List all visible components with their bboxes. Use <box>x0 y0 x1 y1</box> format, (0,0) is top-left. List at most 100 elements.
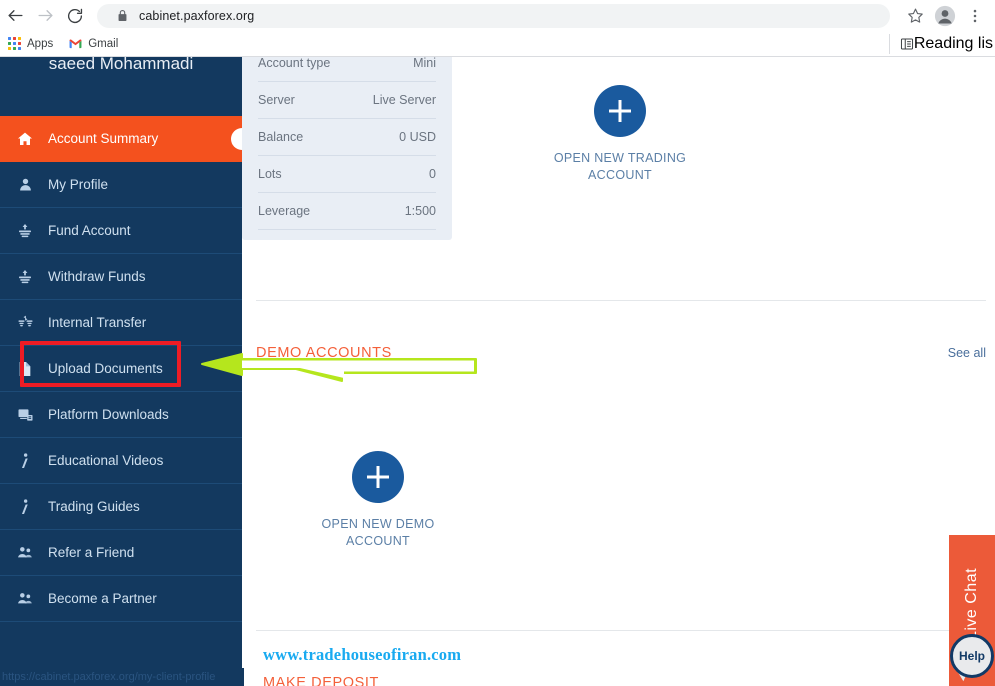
sidebar-username: saeed Mohammadi <box>0 57 242 116</box>
sidebar-item-label: Trading Guides <box>48 499 140 514</box>
sidebar-item-platform-downloads[interactable]: Platform Downloads <box>0 392 242 438</box>
lock-icon <box>117 9 128 22</box>
reading-list-label: Reading lis <box>913 34 993 52</box>
cta-line-2: ACCOUNT <box>588 168 652 182</box>
plus-icon <box>352 451 404 503</box>
home-icon <box>12 131 38 147</box>
help-bubble-icon[interactable]: Help <box>950 634 994 682</box>
sidebar-item-upload-documents[interactable]: Upload Documents <box>0 346 242 392</box>
sidebar-item-label: Educational Videos <box>48 453 164 468</box>
profile-avatar-icon[interactable] <box>930 1 960 31</box>
sidebar-item-label: Platform Downloads <box>48 407 169 422</box>
bookmark-apps[interactable]: Apps <box>0 33 61 55</box>
help-bubble-circle: Help <box>950 634 994 678</box>
sidebar-tail <box>0 622 242 674</box>
account-summary-card: Account type Mini Server Live Server Bal… <box>242 57 452 240</box>
browser-toolbar: cabinet.paxforex.org <box>0 0 995 31</box>
bookmark-label: Gmail <box>88 37 119 50</box>
sidebar-item-fund-account[interactable]: Fund Account <box>0 208 242 254</box>
main-content: Account type Mini Server Live Server Bal… <box>242 57 995 686</box>
open-new-trading-account-label: OPEN NEW TRADING ACCOUNT <box>530 150 710 184</box>
cta-line-1: OPEN NEW DEMO <box>321 517 435 531</box>
account-row-leverage: Leverage 1:500 <box>258 193 436 230</box>
screenshot-root: cabinet.paxforex.org Apps Gmail Reading … <box>0 0 995 686</box>
reading-list-button[interactable]: Reading lis <box>888 33 993 54</box>
account-row-lots: Lots 0 <box>258 156 436 193</box>
sidebar-item-internal-transfer[interactable]: Internal Transfer <box>0 300 242 346</box>
gmail-icon <box>69 39 82 49</box>
see-all-link[interactable]: See all <box>948 346 986 360</box>
monitor-download-icon <box>12 407 38 423</box>
star-icon[interactable] <box>900 1 930 31</box>
footer-divider <box>256 630 986 631</box>
forward-arrow-icon[interactable] <box>30 1 60 31</box>
help-label: Help <box>958 649 985 663</box>
demo-accounts-title: DEMO ACCOUNTS <box>256 345 392 361</box>
info-icon <box>12 452 38 469</box>
sidebar-item-label: Upload Documents <box>48 361 163 376</box>
account-row-key: Account type <box>258 57 331 70</box>
sidebar-item-withdraw-funds[interactable]: Withdraw Funds <box>0 254 242 300</box>
bookmark-label: Apps <box>27 37 54 50</box>
live-chat-tab[interactable]: Live Chat Help <box>949 535 995 686</box>
sidebar-item-label: Refer a Friend <box>48 545 135 560</box>
deposit-funds-icon <box>12 223 38 239</box>
people-icon <box>12 545 38 561</box>
account-row-value: 0 USD <box>399 130 436 144</box>
account-row-account-type: Account type Mini <box>258 57 436 82</box>
address-bar[interactable]: cabinet.paxforex.org <box>97 3 890 28</box>
account-row-value: 0 <box>429 167 436 181</box>
account-row-server: Server Live Server <box>258 82 436 119</box>
status-url-text: https://cabinet.paxforex.org/my-client-p… <box>2 671 216 683</box>
reload-icon[interactable] <box>60 1 90 31</box>
watermark-text: www.tradehouseofiran.com <box>263 645 462 664</box>
open-new-demo-account-button[interactable]: OPEN NEW DEMO ACCOUNT <box>288 451 468 550</box>
info-icon <box>12 498 38 515</box>
document-icon <box>12 361 38 377</box>
demo-accounts-header: DEMO ACCOUNTS See all <box>256 345 986 361</box>
sidebar-nav: Account Summary My Profile Fund Account … <box>0 116 242 622</box>
back-arrow-icon[interactable] <box>0 1 30 31</box>
three-dot-menu-icon[interactable] <box>960 1 990 31</box>
people-icon <box>12 591 38 607</box>
sidebar-username-text: saeed Mohammadi <box>48 57 194 73</box>
account-row-balance: Balance 0 USD <box>258 119 436 156</box>
account-row-value: 1:500 <box>404 204 436 218</box>
account-row-key: Leverage <box>258 204 311 218</box>
sidebar-item-label: Become a Partner <box>48 591 157 606</box>
open-new-trading-account-button[interactable]: OPEN NEW TRADING ACCOUNT <box>530 85 710 184</box>
browser-toolbar-right <box>900 1 995 31</box>
sidebar-item-account-summary[interactable]: Account Summary <box>0 116 242 162</box>
sidebar-item-label: My Profile <box>48 177 109 192</box>
sidebar-item-become-a-partner[interactable]: Become a Partner <box>0 576 242 622</box>
sidebar-item-label: Account Summary <box>48 131 159 146</box>
account-row-key: Lots <box>258 167 282 181</box>
cta-line-1: OPEN NEW TRADING <box>553 151 687 165</box>
bookmarks-bar: Apps Gmail Reading lis <box>0 31 995 57</box>
plus-icon <box>594 85 646 137</box>
sidebar-item-my-profile[interactable]: My Profile <box>0 162 242 208</box>
withdraw-funds-icon <box>12 269 38 285</box>
sidebar-item-refer-a-friend[interactable]: Refer a Friend <box>0 530 242 576</box>
account-row-value: Mini <box>413 57 436 70</box>
make-deposit-title: MAKE DEPOSIT <box>263 675 379 686</box>
transfer-icon <box>12 315 38 331</box>
live-chat-label: Live Chat <box>963 567 980 641</box>
apps-grid-icon <box>8 37 21 50</box>
page-viewport: saeed Mohammadi Account Summary My Profi… <box>0 57 995 686</box>
sidebar-item-label: Fund Account <box>48 223 131 238</box>
cta-line-2: ACCOUNT <box>346 534 410 548</box>
person-icon <box>12 177 38 192</box>
url-text: cabinet.paxforex.org <box>139 8 255 23</box>
browser-status-bar: https://cabinet.paxforex.org/my-client-p… <box>0 668 244 686</box>
bookmark-gmail[interactable]: Gmail <box>61 33 126 55</box>
section-divider <box>256 300 986 301</box>
sidebar-item-educational-videos[interactable]: Educational Videos <box>0 438 242 484</box>
reading-list-icon <box>900 37 914 51</box>
account-row-key: Balance <box>258 130 304 144</box>
sidebar-item-label: Internal Transfer <box>48 315 147 330</box>
sidebar-item-trading-guides[interactable]: Trading Guides <box>0 484 242 530</box>
account-row-key: Server <box>258 93 295 107</box>
open-new-demo-account-label: OPEN NEW DEMO ACCOUNT <box>288 516 468 550</box>
account-row-value: Live Server <box>372 93 436 107</box>
